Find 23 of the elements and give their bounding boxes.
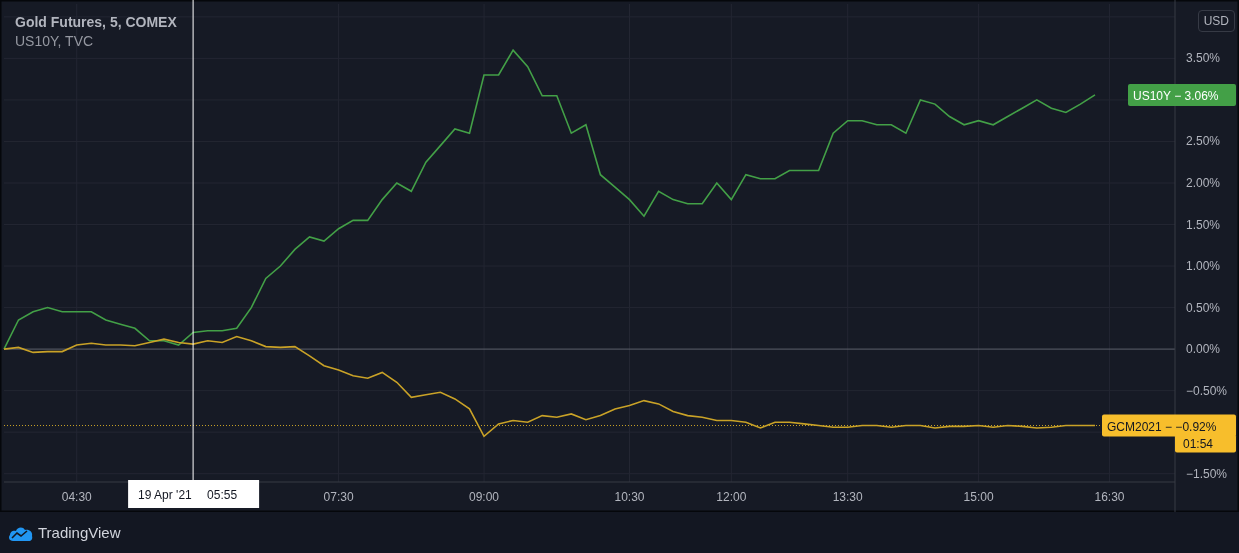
y-tick-label: 0.50% [1186, 300, 1221, 315]
x-tick-label: 07:30 [323, 490, 354, 504]
x-tick-label: 09:00 [469, 490, 500, 504]
y-tick-label: −1.50% [1186, 466, 1228, 481]
x-tick-label: 16:30 [1094, 490, 1125, 504]
y-tick-label: 3.50% [1186, 51, 1221, 66]
y-tick-label: 0.00% [1186, 342, 1221, 357]
x-tick-label: 13:30 [832, 490, 863, 504]
legend-text: Gold Futures, 5, COMEX [15, 14, 177, 30]
x-tick-label: 04:30 [61, 490, 92, 504]
y-tick-label: 1.50% [1186, 217, 1221, 232]
legend-text: US10Y, TVC [15, 33, 95, 49]
y-tick-label: −0.50% [1186, 383, 1228, 398]
price-tag: US10Y − 3.06% [1128, 83, 1236, 106]
y-tick-label: 2.50% [1186, 134, 1221, 149]
currency-button[interactable]: USD [1197, 10, 1235, 32]
x-tick-label: 12:00 [716, 490, 747, 504]
brand-name: TradingView [38, 524, 121, 541]
x-tick-label: 15:00 [963, 490, 994, 504]
y-tick-label: 2.00% [1186, 176, 1221, 190]
y-tick-label: 1.00% [1186, 259, 1221, 274]
x-tick-label: 10:30 [614, 490, 645, 504]
crosshair-date-label: 19 Apr '21 05:55 [128, 480, 260, 508]
